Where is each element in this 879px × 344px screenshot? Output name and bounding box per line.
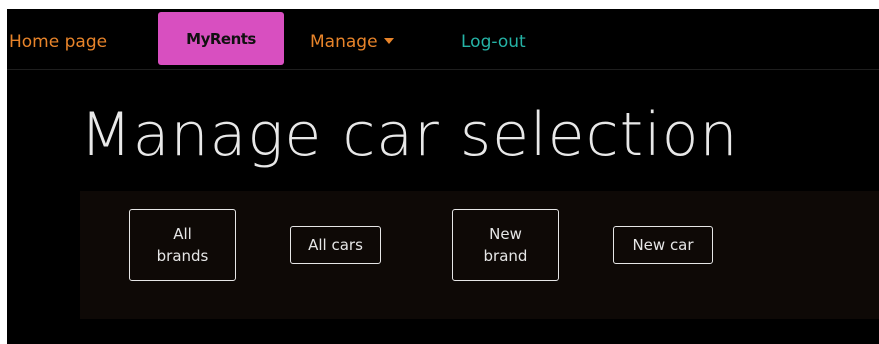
all-cars-button[interactable]: All cars bbox=[290, 226, 381, 264]
action-panel: All brands All cars New brand New car bbox=[80, 191, 879, 319]
nav-manage-dropdown[interactable]: Manage bbox=[310, 9, 394, 65]
all-brands-button[interactable]: All brands bbox=[129, 209, 236, 281]
new-brand-button[interactable]: New brand bbox=[452, 209, 559, 281]
caret-down-icon bbox=[383, 38, 394, 44]
app-frame: Home page MyRents Manage Log-out Manage … bbox=[7, 9, 879, 344]
new-brand-label: New brand bbox=[483, 225, 528, 265]
nav-myrents[interactable]: MyRents bbox=[158, 12, 284, 65]
nav-home-page[interactable]: Home page bbox=[9, 9, 107, 65]
new-car-label: New car bbox=[632, 236, 694, 254]
page-title: Manage car selection bbox=[80, 100, 739, 170]
all-brands-label: All brands bbox=[156, 225, 209, 265]
nav-manage-label: Manage bbox=[310, 32, 378, 52]
new-car-button[interactable]: New car bbox=[613, 226, 713, 264]
top-navbar: Home page MyRents Manage Log-out bbox=[7, 9, 879, 70]
all-cars-label: All cars bbox=[308, 236, 363, 254]
nav-logout[interactable]: Log-out bbox=[461, 9, 526, 65]
